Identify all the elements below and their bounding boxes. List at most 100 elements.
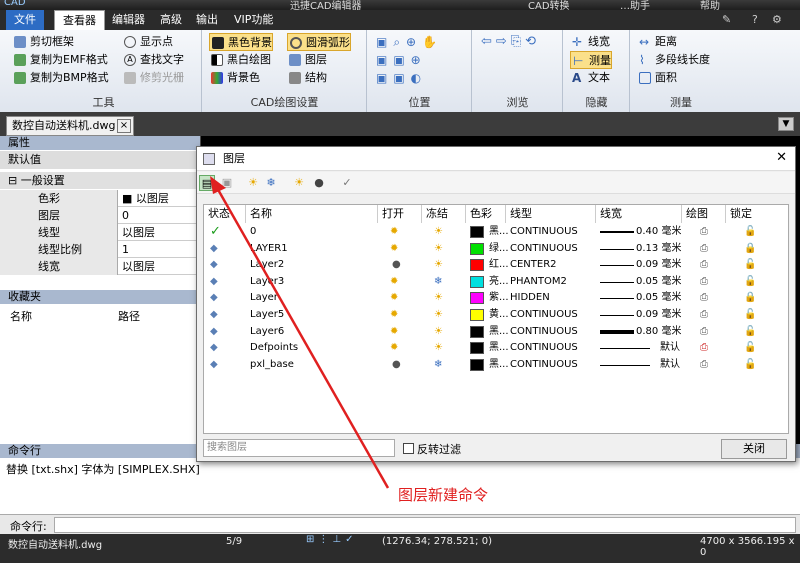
color-swatch[interactable]: [470, 259, 484, 272]
lineweight-button[interactable]: ✛ 线宽: [570, 33, 610, 51]
color-swatch[interactable]: [470, 292, 484, 305]
all-on-icon[interactable]: ☀: [245, 175, 261, 191]
table-row[interactable]: ◆ Layer ✹ ☀ 紫... HIDDEN 0.05 毫米 ⎙ 🔒: [204, 290, 788, 307]
chevron-down-icon[interactable]: ▼: [778, 117, 794, 131]
unlocked-icon[interactable]: 🔓: [744, 257, 756, 273]
table-row[interactable]: ◆ pxl_base ● ❄ 黑... CONTINUOUS 默认 ⎙ 🔓: [204, 357, 788, 374]
col-name[interactable]: 名称: [246, 205, 378, 223]
color-swatch[interactable]: [470, 325, 484, 338]
text-toggle-button[interactable]: A 文本: [570, 69, 610, 87]
layer-name[interactable]: 0: [250, 224, 256, 240]
close-button[interactable]: 关闭: [721, 439, 787, 459]
title-item-1[interactable]: …助手: [620, 0, 650, 10]
printer-icon[interactable]: ⎙: [700, 274, 708, 290]
copy-emf-button[interactable]: 复制为EMF格式: [12, 51, 108, 69]
bulb-on-icon[interactable]: ✹: [390, 241, 398, 257]
delete-layer-icon[interactable]: ▣: [219, 175, 235, 191]
checkbox-icon[interactable]: [403, 443, 414, 454]
printer-icon[interactable]: ⎙: [700, 224, 708, 240]
layers-button[interactable]: 图层: [287, 51, 327, 69]
linetype[interactable]: CONTINUOUS: [510, 357, 578, 373]
table-row[interactable]: ◆ Layer2 ● ☀ 红... CENTER2 0.09 毫米 ⎙ 🔓: [204, 257, 788, 274]
thaw-icon[interactable]: ❄: [263, 175, 279, 191]
prop-row[interactable]: 线型 以图层: [0, 224, 200, 241]
invert-filter-checkbox[interactable]: 反转过滤: [403, 441, 461, 457]
sun-icon[interactable]: ☀: [434, 241, 443, 257]
bulb-on-icon[interactable]: ✹: [390, 324, 398, 340]
layer-name[interactable]: Layer5: [250, 307, 284, 323]
table-row[interactable]: ◆ Layer5 ✹ ☀ 黄... CONTINUOUS 0.09 毫米 ⎙ 🔓: [204, 307, 788, 324]
unlocked-icon[interactable]: 🔓: [744, 324, 756, 340]
layer-name[interactable]: pxl_base: [250, 357, 294, 373]
frozen-icon[interactable]: ❄: [434, 357, 442, 373]
layer-name[interactable]: Layer3: [250, 274, 284, 290]
settings-icon[interactable]: ⚙: [772, 13, 782, 26]
browse-arrows-icon[interactable]: ⇦⇨⎘⟲: [481, 34, 540, 49]
distance-button[interactable]: ↔ 距离: [637, 33, 677, 51]
command-input[interactable]: [54, 517, 796, 533]
locked-icon[interactable]: 🔒: [744, 241, 756, 257]
color-swatch[interactable]: [470, 342, 484, 355]
sun-icon[interactable]: ☀: [434, 324, 443, 340]
linetype[interactable]: HIDDEN: [510, 290, 550, 306]
bulb-on-icon[interactable]: ✹: [390, 340, 398, 356]
area-button[interactable]: 面积: [637, 69, 677, 87]
color-swatch[interactable]: [470, 358, 484, 371]
sun-icon[interactable]: ☀: [434, 257, 443, 273]
linetype[interactable]: CONTINUOUS: [510, 224, 578, 240]
frozen-icon[interactable]: ❄: [434, 274, 442, 290]
close-icon[interactable]: ✕: [776, 151, 787, 165]
col-freeze[interactable]: 冻结: [422, 205, 466, 223]
table-row[interactable]: ◆ LAYER1 ✹ ☀ 绿... CONTINUOUS 0.13 毫米 ⎙ 🔒: [204, 241, 788, 258]
col-color[interactable]: 色彩: [466, 205, 506, 223]
col-lineweight[interactable]: 线宽: [596, 205, 682, 223]
cut-frame-button[interactable]: 剪切框架: [12, 33, 74, 51]
prop-row[interactable]: 线宽 以图层: [0, 258, 200, 275]
bulb-on-icon[interactable]: ✹: [390, 224, 398, 240]
linetype[interactable]: CENTER2: [510, 257, 557, 273]
layer-name[interactable]: LAYER1: [250, 241, 288, 257]
layer-name[interactable]: Layer2: [250, 257, 284, 273]
color-swatch[interactable]: [470, 309, 484, 321]
general-settings-section[interactable]: ⊟ 一般设置: [0, 172, 200, 189]
col-linetype[interactable]: 线型: [506, 205, 596, 223]
col-on[interactable]: 打开: [378, 205, 422, 223]
doc-tab[interactable]: 数控自动送料机.dwg ×: [6, 116, 134, 136]
bw-drawing-button[interactable]: 黑白绘图: [209, 51, 271, 69]
sun-icon[interactable]: ☀: [291, 175, 307, 191]
printer-icon[interactable]: ⎙: [700, 290, 708, 306]
new-layer-icon[interactable]: ▤: [199, 175, 215, 191]
table-row[interactable]: ✓ 0 ✹ ☀ 黑... CONTINUOUS 0.40 毫米 ⎙ 🔓: [204, 224, 788, 241]
prop-row[interactable]: 色彩 ■ 以图层: [0, 190, 200, 207]
find-text-button[interactable]: A 查找文字: [122, 51, 184, 69]
printer-icon[interactable]: ⎙: [700, 307, 708, 323]
printer-icon[interactable]: ⎙: [700, 357, 708, 373]
position-icons[interactable]: ▣⌕⊕✋: [376, 35, 443, 50]
smooth-arc-button[interactable]: 圆滑弧形: [287, 33, 351, 51]
col-lock[interactable]: 锁定: [726, 205, 788, 223]
title-item-0[interactable]: CAD转换: [528, 0, 570, 10]
measure-toggle-button[interactable]: ⊢ 测量: [570, 51, 612, 69]
menu-output[interactable]: 输出: [188, 10, 226, 30]
unlocked-icon[interactable]: 🔓: [744, 357, 756, 373]
table-row[interactable]: ◆ Layer6 ✹ ☀ 黑... CONTINUOUS 0.80 毫米 ⎙ 🔓: [204, 324, 788, 341]
color-swatch[interactable]: [470, 275, 484, 288]
polyline-length-button[interactable]: ⌇ 多段线长度: [637, 51, 710, 69]
edit-icon[interactable]: ✎: [722, 13, 731, 26]
search-input[interactable]: 搜索图层: [203, 439, 395, 457]
layer-name[interactable]: Layer: [250, 290, 278, 306]
color-swatch[interactable]: [470, 226, 484, 238]
menu-editor[interactable]: 编辑器: [104, 10, 153, 30]
menu-file[interactable]: 文件: [6, 10, 44, 30]
linetype[interactable]: PHANTOM2: [510, 274, 567, 290]
bulb-off-icon[interactable]: ●: [392, 257, 401, 273]
position-icons-2[interactable]: ▣▣⊕: [376, 53, 427, 67]
checkmark-icon[interactable]: ✓: [339, 175, 355, 191]
col-plot[interactable]: 绘图: [682, 205, 726, 223]
col-state[interactable]: 状态: [204, 205, 246, 223]
no-print-icon[interactable]: ⎙: [700, 340, 708, 356]
printer-icon[interactable]: ⎙: [700, 324, 708, 340]
linetype[interactable]: CONTINUOUS: [510, 241, 578, 257]
sun-icon[interactable]: ☀: [434, 290, 443, 306]
show-points-button[interactable]: 显示点: [122, 33, 173, 51]
